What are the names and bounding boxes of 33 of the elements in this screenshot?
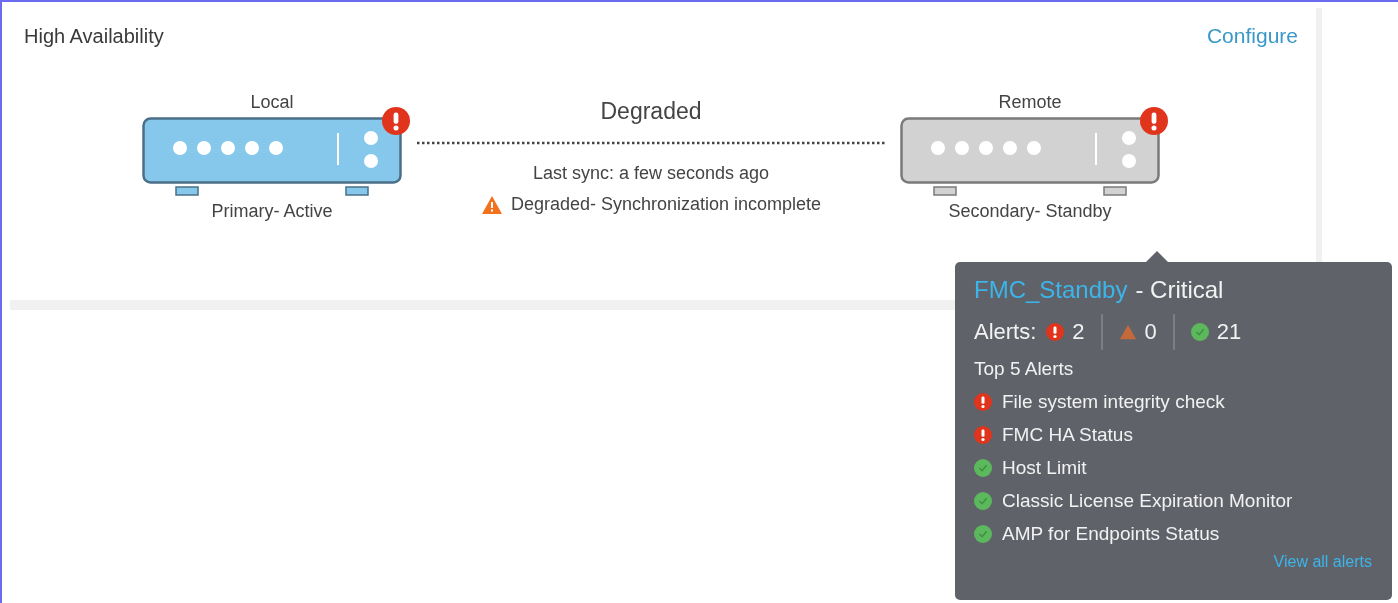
critical-alert-icon [974,393,992,411]
appliance-icon[interactable] [900,117,1160,197]
alert-count: 21 [1216,319,1242,345]
alert-item: Classic License Expiration Monitor [1002,490,1293,512]
alert-count: 0 [1144,319,1157,345]
critical-alert-icon [1046,323,1065,341]
device-role: Secondary- Standby [948,201,1112,222]
warning-icon [1118,323,1137,341]
view-all-alerts-link[interactable]: View all alerts [1273,553,1372,571]
configure-link[interactable]: Configure [1206,24,1298,48]
warning-icon [480,194,503,215]
panel-title: High Availability [24,24,164,48]
alert-item: AMP for Endpoints Status [1002,523,1220,545]
alert-item: FMC HA Status [1002,424,1133,446]
alerts-label: Alerts: [974,319,1037,345]
alert-item: Host Limit [1002,457,1087,479]
link-status: Degraded [600,98,702,125]
severity-text: - Critical [1135,276,1224,304]
critical-alert-icon [974,426,992,444]
ok-check-icon [974,459,992,477]
device-name-link[interactable]: FMC_Standby [974,276,1128,304]
ok-check-icon [1190,323,1209,341]
last-sync-text: Last sync: a few seconds ago [532,163,770,184]
alert-item: File system integrity check [1002,391,1225,413]
top-alerts-heading: Top 5 Alerts [974,358,1075,380]
ok-check-icon [974,525,992,543]
ok-check-icon [974,492,992,510]
alert-count: 2 [1072,319,1085,345]
sync-warning-text: Degraded- Synchronization incomplete [510,194,822,215]
device-label: Local [250,92,294,113]
appliance-icon[interactable] [142,117,402,197]
device-label: Remote [998,92,1062,113]
device-role: Primary- Active [211,201,333,222]
